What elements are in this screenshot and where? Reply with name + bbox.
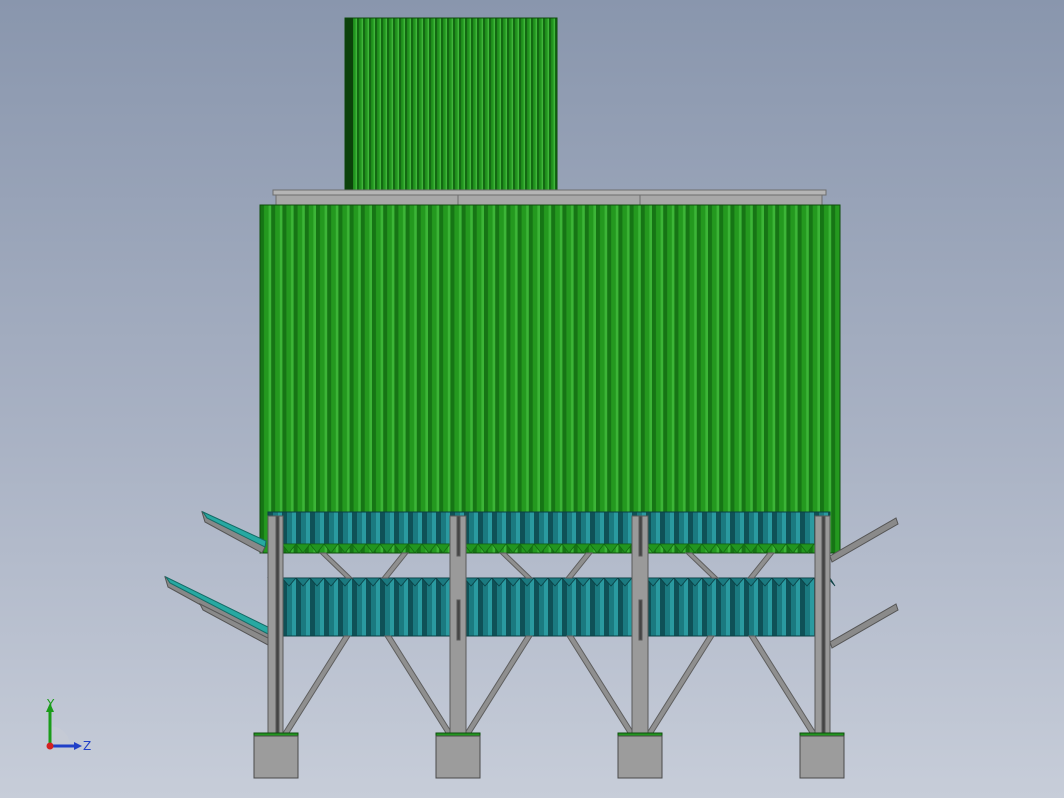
inlet-pipes [164, 510, 271, 646]
lower-hopper-band [267, 577, 836, 637]
top-stack [344, 17, 558, 191]
origin-icon [46, 742, 54, 750]
cooling-tower-model[interactable] [0, 0, 1064, 798]
z-axis-label: Z [83, 739, 91, 753]
y-axis-label: Y [46, 697, 55, 711]
foundation-base [435, 732, 481, 779]
main-body [259, 204, 841, 554]
roof-plate [272, 189, 827, 206]
foundation-base [617, 732, 663, 779]
foundation-base [253, 732, 299, 779]
foundation-base [799, 732, 845, 779]
foundation-bases [253, 732, 845, 779]
triad-plane [50, 726, 70, 746]
coordinate-triad: Y Z [46, 697, 91, 753]
cad-viewport[interactable]: Y Z [0, 0, 1064, 798]
z-arrow-icon [74, 742, 82, 750]
